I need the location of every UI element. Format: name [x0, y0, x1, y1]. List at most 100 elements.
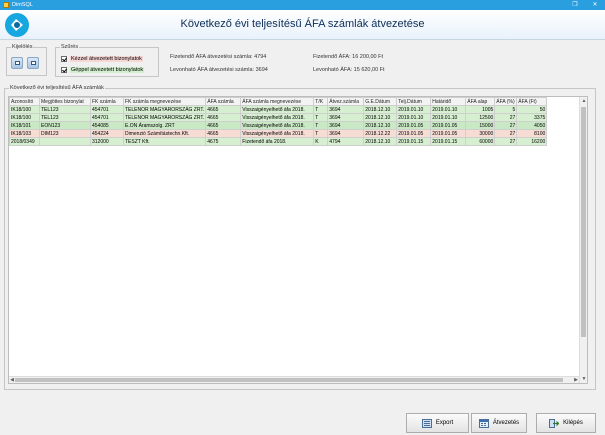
table-cell: Visszaigényelhető áfa 2018. — [240, 129, 315, 138]
table-cell: 12500 — [465, 113, 496, 122]
transfer-icon — [478, 418, 489, 428]
exit-button-label: Kilépés — [563, 420, 583, 426]
table-cell: K — [313, 137, 329, 146]
column-header[interactable]: Átvez.számla — [327, 97, 365, 106]
table-row[interactable]: IK18/101 EON123 454085 E.ON Áramszolg. ZRT 4… — [9, 121, 548, 130]
export-icon — [421, 418, 432, 428]
invoice-table: Azonosító Megjöttes bizonylat FK számla FK … — [9, 97, 548, 146]
table-cell: 454701 — [90, 113, 124, 122]
exit-button[interactable]: Kilépés — [536, 413, 596, 433]
filter-group-label: Szűrés — [60, 44, 80, 51]
select-all-icon — [15, 61, 20, 65]
table-cell: 50 — [516, 105, 548, 114]
column-header[interactable]: ÁFA (Ft) — [516, 97, 548, 106]
column-header[interactable]: T/K — [313, 97, 329, 106]
table-cell: Visszaigényelhető áfa 2018. — [240, 121, 315, 130]
table-cell: 4794 — [327, 137, 365, 146]
table-row[interactable]: IK18/100 TEL123 454701 TELENOR MAGYARORSZÁG… — [9, 105, 548, 114]
column-header[interactable]: FK számla — [90, 97, 124, 106]
transfer-button-label: Átvezetés — [492, 420, 520, 426]
table-cell: T — [313, 113, 329, 122]
table-cell: Visszaigényelhető áfa 2018. — [240, 113, 315, 122]
table-cell: 4665 — [205, 129, 242, 138]
table-header-row: Azonosító Megjöttes bizonylat FK számla FK … — [9, 97, 548, 106]
table-cell: 27 — [494, 121, 518, 130]
table-cell: Visszaigényelhető áfa 2018. — [240, 105, 315, 114]
table-cell: IK18/100 — [9, 113, 40, 122]
column-header[interactable]: Telj.Dátum — [396, 97, 432, 106]
table-cell: 4665 — [205, 113, 242, 122]
table-cell: 5 — [494, 105, 518, 114]
table-cell: 2019.01.10 — [396, 105, 432, 114]
scroll-up-icon[interactable]: ▲ — [580, 97, 587, 105]
filter-group: Szűrés Kézzel átvezetett bizonylatok Gép… — [55, 44, 159, 77]
vertical-scroll-thumb[interactable] — [581, 107, 586, 337]
payable-count-label: Fizetendő ÁFA átvezetési számla: — [170, 54, 253, 60]
machine-filter-label: Géppel átvezetett bizonylatok — [70, 67, 145, 73]
table-cell: 2018.12.10 — [363, 137, 398, 146]
deductible-vat-info: Levonható ÁFA: 15 620,00 Ft — [313, 67, 385, 73]
table-cell: 3375 — [516, 113, 548, 122]
manual-filter-row[interactable]: Kézzel átvezetett bizonylatok — [61, 55, 143, 63]
table-cell: Dimenzió Számítástechn.Kft. — [122, 129, 207, 138]
invoice-grid[interactable]: Azonosító Megjöttes bizonylat FK számla FK … — [8, 96, 588, 384]
column-header[interactable]: Megjöttes bizonylat — [39, 97, 91, 106]
deductible-vat-value: 15 620,00 Ft — [353, 67, 385, 73]
invoice-grid-label: Következő évi teljesítésű ÁFA számlák — [9, 85, 105, 92]
table-cell: 2019.01.05 — [396, 129, 432, 138]
page-title: Következő évi teljesítésű ÁFA számlák át… — [180, 18, 425, 30]
table-cell: 454224 — [90, 129, 124, 138]
machine-filter-row[interactable]: Géppel átvezetett bizonylatok — [61, 66, 145, 74]
column-header[interactable]: G.E.Dátum — [363, 97, 398, 106]
table-cell: TEL123 — [39, 113, 91, 122]
vertical-scrollbar[interactable]: ▲ ▼ — [579, 97, 587, 383]
payable-count-info: Fizetendő ÁFA átvezetési számla: 4794 — [170, 54, 266, 60]
selection-group: Kijelölés — [6, 44, 47, 76]
table-cell: 2018.12.10 — [363, 105, 398, 114]
column-header[interactable]: ÁFA alap — [465, 97, 496, 106]
deductible-count-value: 3694 — [255, 67, 268, 73]
table-cell: 60000 — [465, 137, 496, 146]
app-icon — [3, 2, 9, 8]
table-cell: T — [313, 129, 329, 138]
table-cell: 3694 — [327, 121, 365, 130]
table-cell: 1005 — [465, 105, 496, 114]
table-cell: IK18/101 — [9, 121, 40, 130]
table-cell: 27 — [494, 129, 518, 138]
horizontal-scroll-thumb[interactable] — [15, 378, 563, 382]
table-cell: IK18/100 — [9, 105, 40, 114]
table-cell: 2019.01.10 — [396, 113, 432, 122]
table-cell: EON123 — [39, 121, 91, 130]
table-row[interactable]: IK18/100 TEL123 454701 TELENOR MAGYARORSZÁG… — [9, 113, 548, 122]
table-row[interactable]: IK18/103 DIM123 454224 Dimenzió Számítástec… — [9, 129, 548, 138]
transfer-button[interactable]: Átvezetés — [471, 413, 527, 433]
table-cell: TELENOR MAGYARORSZÁG ZRT. — [122, 113, 207, 122]
column-header[interactable]: ÁFA számla megnevezése — [240, 97, 315, 106]
table-cell: 454701 — [90, 105, 124, 114]
close-button[interactable]: ✕ — [587, 0, 603, 10]
export-button-label: Export — [435, 420, 454, 426]
payable-vat-label: Fizetendő ÁFA: — [313, 54, 351, 60]
column-header[interactable]: FK számla megnevezése — [122, 97, 207, 106]
restore-button[interactable]: ❐ — [567, 0, 583, 10]
deselect-all-icon — [31, 61, 36, 65]
table-cell: 30000 — [465, 129, 496, 138]
scroll-right-icon[interactable]: ▶ — [573, 377, 579, 383]
select-all-button[interactable] — [11, 57, 23, 69]
horizontal-scrollbar[interactable]: ◀ ▶ — [9, 376, 579, 383]
column-header[interactable]: ÁFA számla — [205, 97, 242, 106]
machine-filter-checkbox[interactable] — [61, 67, 67, 73]
column-header[interactable]: Azonosító — [9, 97, 40, 106]
table-cell: 2019.01.05 — [430, 129, 467, 138]
manual-filter-checkbox[interactable] — [61, 56, 67, 62]
table-cell: 2018/0349 — [9, 137, 40, 146]
deselect-all-button[interactable] — [27, 57, 39, 69]
column-header[interactable]: ÁFA (%) — [494, 97, 518, 106]
table-cell: IK18/103 — [9, 129, 40, 138]
table-cell: 4675 — [205, 137, 242, 146]
scroll-down-icon[interactable]: ▼ — [580, 375, 587, 383]
column-header[interactable]: Határidő — [430, 97, 467, 106]
table-row[interactable]: 2018/0349 312000 TESZT Kft. 4675 Fizetendő á… — [9, 137, 548, 146]
export-button[interactable]: Export — [406, 413, 469, 433]
table-cell: TESZT Kft. — [122, 137, 207, 146]
